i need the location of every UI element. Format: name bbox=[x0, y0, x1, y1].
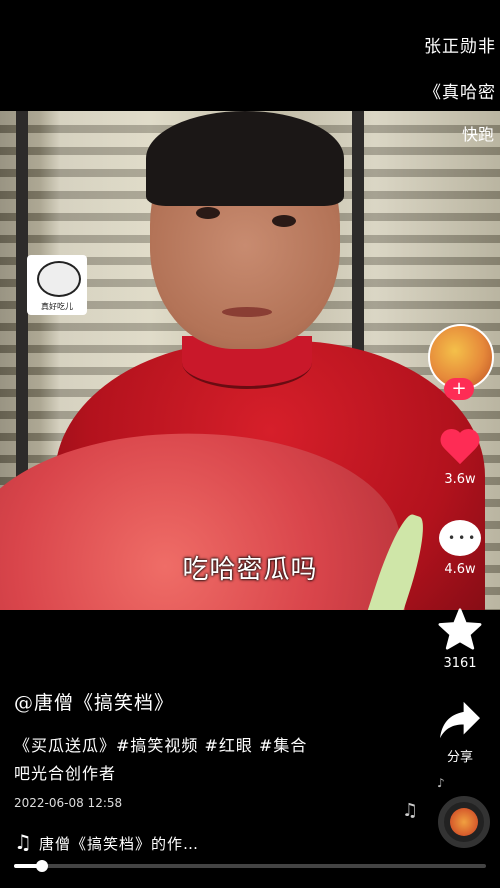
share-label: 分享 bbox=[446, 750, 473, 765]
favorite-button[interactable]: 3161 bbox=[420, 608, 500, 671]
progress-bar[interactable] bbox=[14, 860, 486, 872]
comment-count: 4.6w bbox=[444, 562, 476, 577]
overlay-text-1: 张正勋非 bbox=[424, 37, 496, 57]
favorite-count: 3161 bbox=[443, 656, 477, 671]
overlay-text-2: 《真哈密 bbox=[424, 83, 496, 103]
floating-music-note-icon: ♫ bbox=[402, 800, 419, 821]
video-description[interactable]: 《买瓜送瓜》#搞笑视频 #红眼 #集合 吧光合创作者 bbox=[14, 732, 374, 788]
music-disc-icon[interactable] bbox=[438, 796, 490, 848]
share-button[interactable]: 分享 bbox=[420, 700, 500, 765]
author-name[interactable]: @唐僧《搞笑档》 bbox=[14, 688, 174, 715]
share-icon bbox=[440, 701, 480, 739]
music-info[interactable]: ♫ 唐僧《搞笑档》的作… bbox=[14, 830, 199, 854]
panda-sticker: 真好吃儿 bbox=[27, 255, 87, 315]
like-button[interactable]: 3.6w bbox=[420, 430, 500, 487]
follow-button[interactable]: + bbox=[444, 378, 474, 400]
music-title: 唐僧《搞笑档》的作… bbox=[38, 835, 199, 853]
post-date: 2022-06-08 12:58 bbox=[14, 796, 123, 810]
plus-icon: + bbox=[451, 378, 467, 399]
person-eye bbox=[196, 207, 220, 219]
progress-handle[interactable] bbox=[36, 860, 49, 872]
sticker-text: 真好吃儿 bbox=[41, 302, 73, 311]
person-hair bbox=[146, 111, 344, 206]
overlay-text-3: 快跑 bbox=[461, 125, 494, 144]
floating-music-note-icon: ♪ bbox=[437, 776, 445, 790]
person-eye bbox=[272, 215, 296, 227]
comment-button[interactable]: ••• 4.6w bbox=[420, 520, 500, 577]
star-icon bbox=[438, 608, 482, 650]
comment-icon: ••• bbox=[439, 520, 481, 556]
like-count: 3.6w bbox=[444, 472, 476, 487]
person-mouth bbox=[222, 307, 272, 317]
music-note-icon: ♫ bbox=[14, 830, 33, 854]
heart-icon bbox=[440, 430, 480, 466]
